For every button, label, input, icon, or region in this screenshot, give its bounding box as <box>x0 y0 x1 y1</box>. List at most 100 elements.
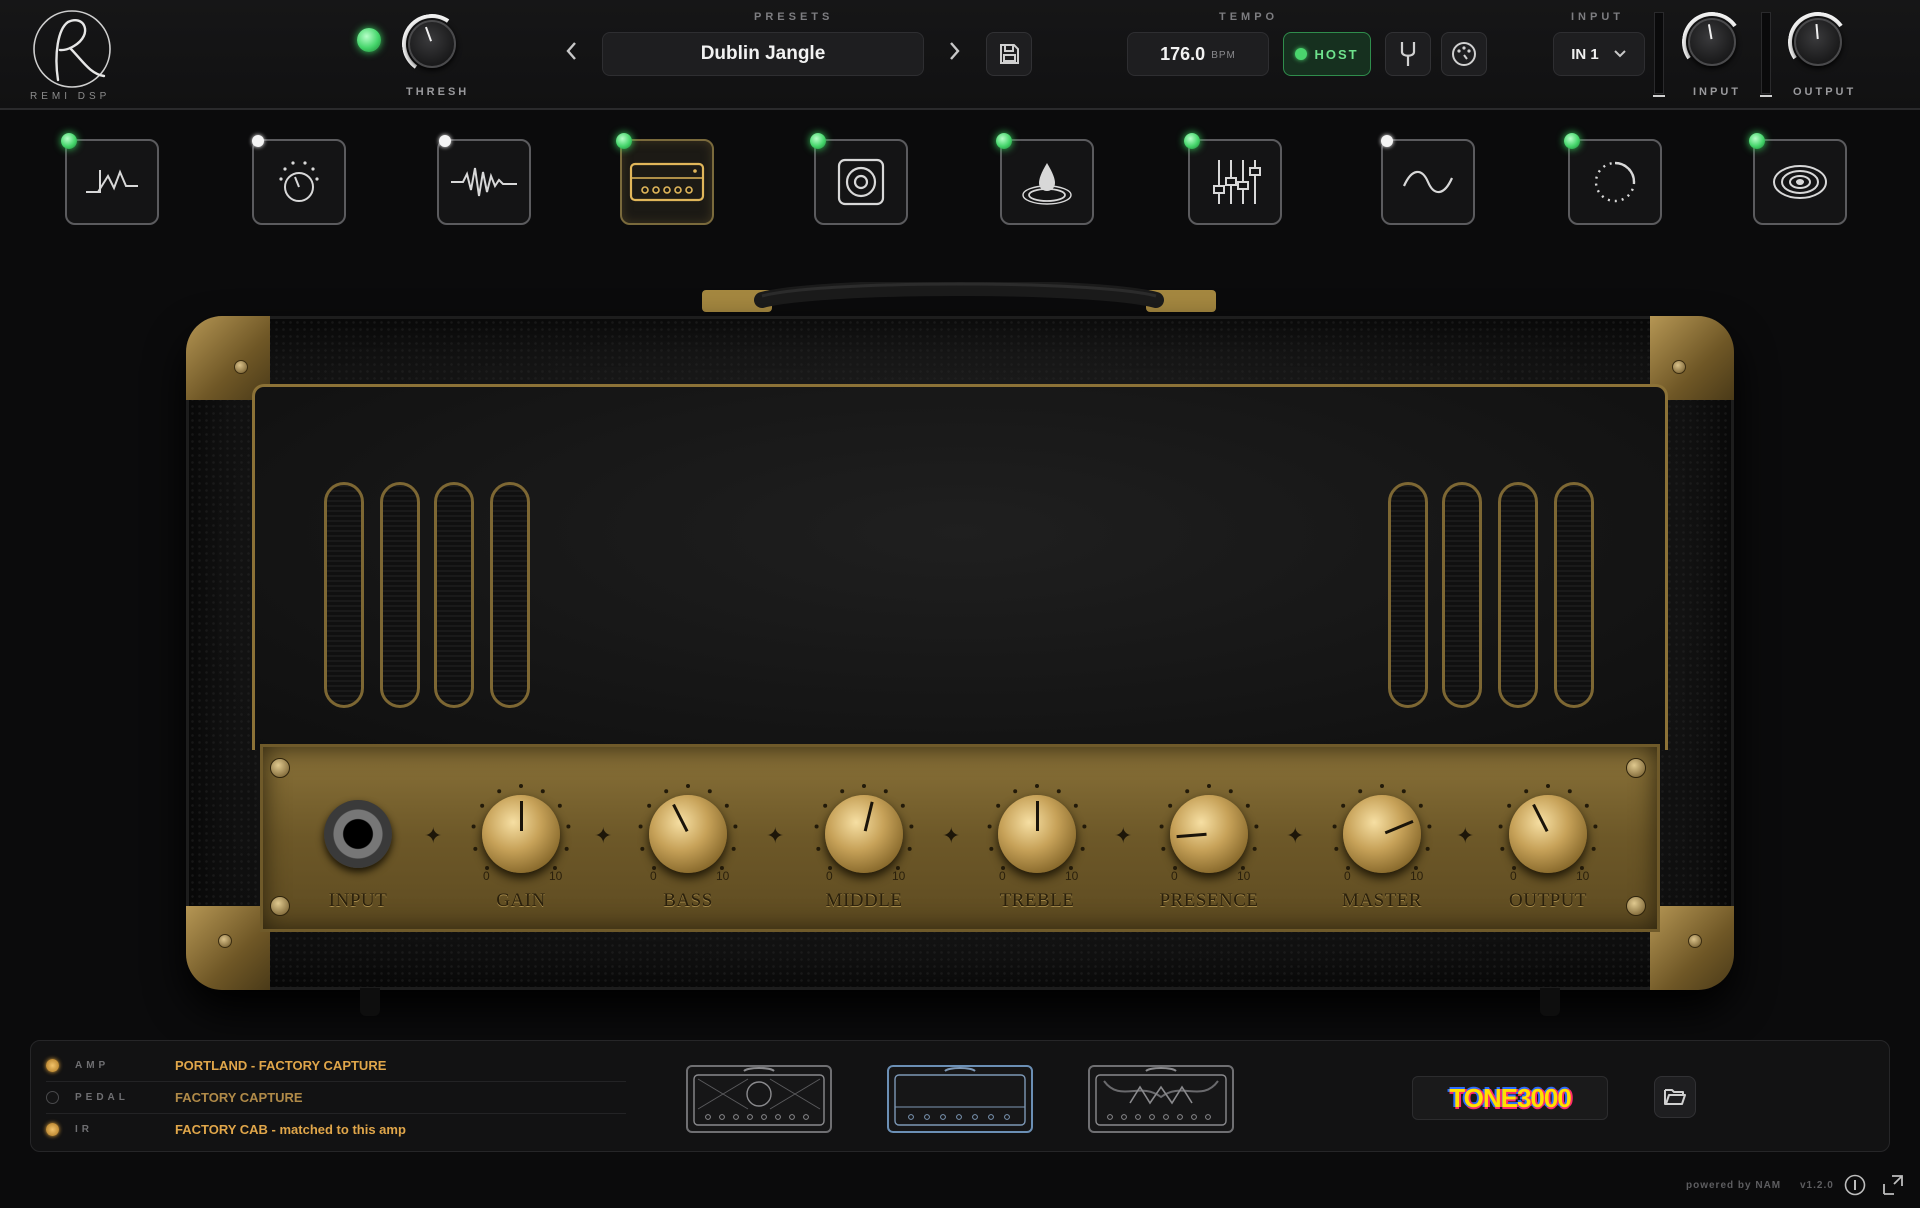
knob-scale-min: 0 <box>483 869 490 883</box>
knob-scale-min: 0 <box>1344 869 1351 883</box>
amp-vent <box>1442 482 1482 708</box>
top-bar: REMI DSP THRESH PRESETS Dublin Jangle TE… <box>0 0 1920 110</box>
tempo-unit: BPM <box>1211 50 1236 61</box>
drop-icon <box>1022 163 1072 205</box>
module-amp[interactable] <box>616 133 714 225</box>
amp-model-thumb-3[interactable] <box>1088 1065 1234 1133</box>
module-eq[interactable] <box>1184 133 1282 225</box>
knob-scale-min: 0 <box>826 869 833 883</box>
tempo-section-label: TEMPO <box>1219 11 1279 23</box>
gate-icon <box>86 169 138 193</box>
module-reverb[interactable] <box>1749 133 1847 225</box>
knob-scale-max: 10 <box>1065 869 1079 883</box>
tempo-field[interactable]: 176.0 BPM <box>1127 32 1269 76</box>
resize-button[interactable] <box>1882 1174 1904 1196</box>
panel-ornament: ✦ <box>594 823 613 848</box>
capture-row-ir[interactable]: IR FACTORY CAB - matched to this amp <box>46 1116 406 1142</box>
module-amp-led[interactable] <box>616 133 632 149</box>
module-noise-gate[interactable] <box>61 133 159 225</box>
module-cab-led[interactable] <box>810 133 826 149</box>
amp-vent <box>1388 482 1428 708</box>
amp-vent <box>490 482 530 708</box>
capture-value: PORTLAND - FACTORY CAPTURE <box>175 1057 387 1073</box>
amp-vent <box>1498 482 1538 708</box>
host-sync-button[interactable]: HOST <box>1283 32 1371 76</box>
panel-ornament: ✦ <box>424 823 443 848</box>
thresh-knob[interactable] <box>408 20 456 68</box>
input-section-label: INPUT <box>1571 11 1624 23</box>
module-delay-led[interactable] <box>1564 133 1580 149</box>
panel-ornament: ✦ <box>942 823 961 848</box>
preset-selector[interactable]: Dublin Jangle <box>602 32 924 76</box>
input-knob-label: INPUT <box>1693 86 1741 98</box>
amp-knob-label: BASS <box>663 890 713 911</box>
module-eq-led[interactable] <box>1184 133 1200 149</box>
chevron-left-icon <box>566 42 576 60</box>
module-wet-led[interactable] <box>996 133 1012 149</box>
input-jack[interactable] <box>324 800 392 868</box>
module-pedal[interactable] <box>437 135 531 225</box>
module-reverb-led[interactable] <box>1749 133 1765 149</box>
pedal-capture-led[interactable] <box>46 1090 59 1104</box>
amp-foot <box>360 988 380 1016</box>
tempo-value: 176.0 <box>1160 43 1206 64</box>
capture-row-amp[interactable]: AMP PORTLAND - FACTORY CAPTURE <box>46 1052 386 1078</box>
amp-capture-led[interactable] <box>46 1058 59 1072</box>
amp-knob-label: PRESENCE <box>1159 890 1259 911</box>
save-preset-button[interactable] <box>986 32 1032 76</box>
amp-input-label: INPUT <box>328 890 388 911</box>
knob-scale-min: 0 <box>1171 869 1178 883</box>
dial-icon <box>279 161 319 202</box>
output-gain-knob[interactable] <box>1794 18 1842 66</box>
amp-model-thumb-2[interactable] <box>887 1065 1033 1133</box>
capture-row-pedal[interactable]: PEDAL FACTORY CAPTURE <box>46 1084 303 1110</box>
host-label: HOST <box>1314 46 1359 62</box>
module-noise-gate-led[interactable] <box>61 133 77 149</box>
metronome-icon <box>1452 42 1476 66</box>
metronome-button[interactable] <box>1441 32 1487 76</box>
amp-vent <box>380 482 420 708</box>
chevron-down-icon <box>1614 50 1626 58</box>
module-wet[interactable] <box>996 133 1094 225</box>
panel-ornament: ✦ <box>766 823 785 848</box>
chevron-right-icon <box>950 42 960 60</box>
module-delay[interactable] <box>1564 133 1662 225</box>
module-pedal-led[interactable] <box>439 135 451 147</box>
panel-screw <box>1626 758 1646 778</box>
tone3000-button[interactable]: TONE3000 <box>1412 1076 1608 1120</box>
folder-icon <box>1664 1089 1686 1105</box>
amp-model-thumb-1[interactable] <box>686 1065 832 1133</box>
info-button[interactable] <box>1844 1174 1866 1196</box>
amp-thumbnail-icon <box>1095 1067 1227 1126</box>
open-folder-button[interactable] <box>1654 1076 1696 1118</box>
knob-scale-max: 10 <box>549 869 563 883</box>
module-modulation-led[interactable] <box>1381 135 1393 147</box>
capture-tag: AMP <box>75 1059 110 1071</box>
module-compressor-led[interactable] <box>252 135 264 147</box>
prev-preset-button[interactable] <box>564 40 580 69</box>
input-gain-knob[interactable] <box>1688 18 1736 66</box>
amp-thumbnail-icon <box>894 1067 1026 1126</box>
version-label: v1.2.0 <box>1800 1180 1834 1191</box>
knob-scale-max: 10 <box>716 869 730 883</box>
next-preset-button[interactable] <box>946 40 962 69</box>
capture-tag: PEDAL <box>75 1091 129 1103</box>
tuner-button[interactable] <box>1385 32 1431 76</box>
resize-icon <box>1883 1175 1903 1195</box>
ir-capture-led[interactable] <box>46 1122 59 1136</box>
module-cab[interactable] <box>810 133 908 225</box>
waveform-icon <box>451 167 517 197</box>
panel-screw <box>270 896 290 916</box>
amp-knob-label: TREBLE <box>999 890 1075 911</box>
amp-vent <box>434 482 474 708</box>
module-compressor[interactable] <box>252 135 346 225</box>
knob-scale-max: 10 <box>1410 869 1424 883</box>
host-led <box>1295 48 1308 60</box>
input-channel-select[interactable]: IN 1 <box>1553 32 1645 76</box>
amp-vent <box>324 482 364 708</box>
tuning-fork-icon <box>1400 42 1416 66</box>
module-modulation[interactable] <box>1381 135 1475 225</box>
input-meter <box>1653 12 1665 97</box>
knob-scale-min: 0 <box>1510 869 1517 883</box>
gate-enable-led[interactable] <box>357 28 381 52</box>
